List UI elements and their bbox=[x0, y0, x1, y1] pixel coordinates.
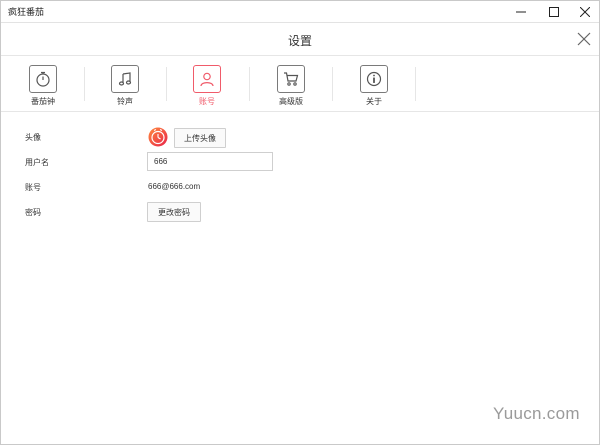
tab-about[interactable]: 关于 bbox=[344, 59, 404, 111]
window-title: 疯狂番茄 bbox=[8, 7, 45, 17]
tab-icon-box bbox=[29, 65, 57, 93]
stopwatch-icon bbox=[36, 71, 50, 87]
tab-divider bbox=[84, 67, 85, 101]
app-window: 疯狂番茄 设置 番茄钟 铃声 账号 高级版 关于 头像 上传头像 用户名 666… bbox=[0, 0, 600, 445]
tab-label: 番茄钟 bbox=[31, 97, 55, 106]
tab-icon-box bbox=[111, 65, 139, 93]
username-input[interactable]: 666 bbox=[147, 152, 273, 171]
cart-icon bbox=[284, 72, 299, 86]
tab-divider bbox=[332, 67, 333, 101]
settings-header: 设置 bbox=[1, 22, 599, 56]
tab-label: 关于 bbox=[366, 97, 382, 106]
upload-avatar-button[interactable]: 上传头像 bbox=[174, 128, 226, 148]
avatar-label: 头像 bbox=[25, 133, 41, 142]
username-label: 用户名 bbox=[25, 158, 49, 167]
tab-icon-box bbox=[360, 65, 388, 93]
tab-pomodoro[interactable]: 番茄钟 bbox=[13, 59, 73, 111]
settings-close-button[interactable] bbox=[576, 31, 592, 47]
account-label: 账号 bbox=[25, 183, 41, 192]
account-email: 666@666.com bbox=[148, 182, 201, 191]
title-bar: 疯狂番茄 bbox=[1, 1, 599, 22]
change-password-button[interactable]: 更改密码 bbox=[147, 202, 201, 222]
close-icon bbox=[577, 32, 591, 46]
tab-account[interactable]: 账号 bbox=[177, 59, 237, 111]
watermark: Yuucn.com bbox=[493, 404, 580, 423]
tomato-clock-icon bbox=[148, 127, 168, 147]
tab-icon-box bbox=[277, 65, 305, 93]
music-note-icon bbox=[118, 72, 132, 86]
avatar[interactable] bbox=[148, 127, 168, 147]
page-title: 设置 bbox=[287, 34, 312, 48]
info-icon bbox=[366, 71, 382, 87]
window-close-button[interactable] bbox=[567, 1, 600, 22]
tab-divider bbox=[249, 67, 250, 101]
maximize-icon bbox=[549, 6, 559, 17]
tab-divider bbox=[166, 67, 167, 101]
tab-icon-box bbox=[193, 65, 221, 93]
password-label: 密码 bbox=[25, 208, 41, 217]
tab-label: 高级版 bbox=[279, 97, 303, 106]
minimize-button[interactable] bbox=[503, 1, 539, 22]
tab-label: 铃声 bbox=[117, 97, 133, 106]
tab-ringtone[interactable]: 铃声 bbox=[95, 59, 155, 111]
user-icon bbox=[200, 72, 214, 87]
tab-label: 账号 bbox=[199, 97, 215, 106]
tab-divider bbox=[415, 67, 416, 101]
close-icon bbox=[580, 6, 590, 17]
minimize-icon bbox=[516, 11, 526, 12]
tab-premium[interactable]: 高级版 bbox=[261, 59, 321, 111]
settings-tabs: 番茄钟 铃声 账号 高级版 关于 bbox=[1, 59, 599, 112]
